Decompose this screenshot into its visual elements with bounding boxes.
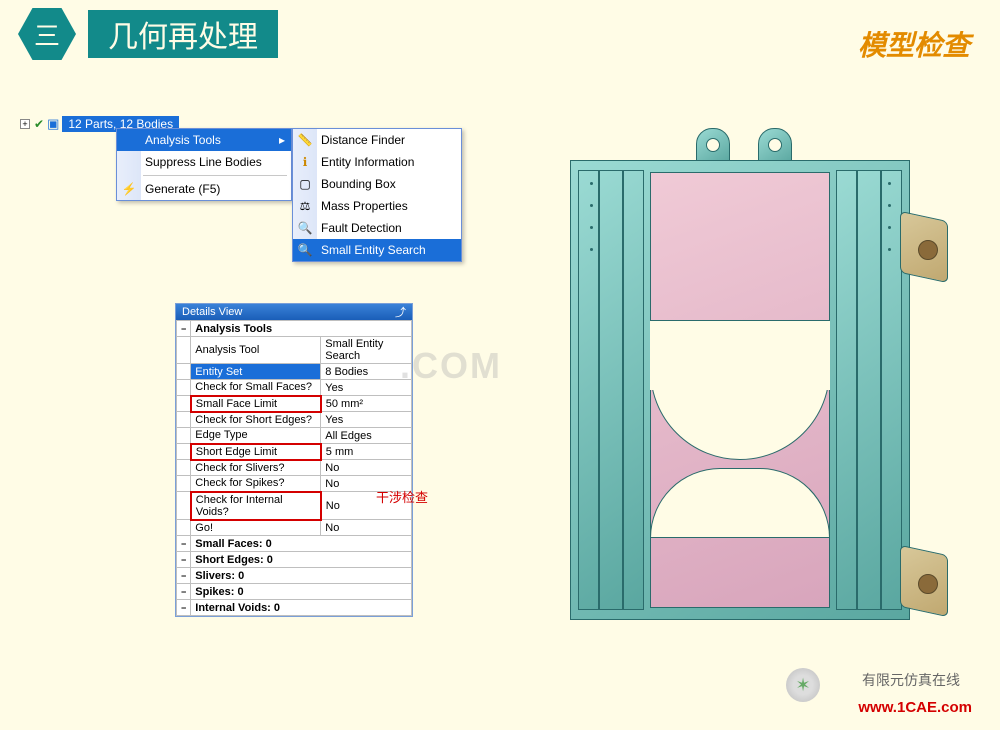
menu-item-small-entity-search[interactable]: 🔍 Small Entity Search [293, 239, 461, 261]
annotation-interference-check: 干涉检查 [376, 487, 428, 506]
collapse-icon[interactable]: − [177, 321, 191, 337]
menu-item-distance-finder[interactable]: 📏 Distance Finder [293, 129, 461, 151]
search-icon: 🔍 [297, 243, 313, 257]
slide-title: 几何再处理 [88, 10, 278, 58]
summary-internal-voids[interactable]: − Internal Voids: 0 [177, 600, 412, 616]
details-view-panel: Details View ⤴ − Analysis Tools Analysis… [175, 303, 413, 617]
footer-brand: 有限元仿真在线 [862, 670, 960, 690]
summary-slivers[interactable]: − Slivers: 0 [177, 568, 412, 584]
menu-item-entity-information[interactable]: ℹ Entity Information [293, 151, 461, 173]
wechat-icon: ✶ [786, 668, 820, 702]
pin-icon[interactable]: ⤴ [395, 304, 406, 320]
row-check-small-faces[interactable]: Check for Small Faces? Yes [177, 380, 412, 396]
menu-item-bounding-box[interactable]: ▢ Bounding Box [293, 173, 461, 195]
context-menu: Analysis Tools ▸ Suppress Line Bodies ⚡ … [116, 128, 292, 201]
lightning-icon: ⚡ [121, 182, 137, 196]
model-viewport[interactable] [530, 120, 950, 640]
slide-header: 三 几何再处理 模型检查 [0, 8, 1000, 60]
footer-url: www.1CAE.com [858, 699, 972, 716]
menu-item-fault-detection[interactable]: 🔍 Fault Detection [293, 217, 461, 239]
section-badge: 三 [18, 8, 76, 60]
summary-spikes[interactable]: − Spikes: 0 [177, 584, 412, 600]
magnifier-icon: 🔍 [297, 221, 313, 235]
check-icon: ✔ [34, 117, 44, 131]
summary-small-faces[interactable]: − Small Faces: 0 [177, 536, 412, 552]
row-short-edge-limit[interactable]: Short Edge Limit 5 mm [177, 444, 412, 460]
menu-item-mass-properties[interactable]: ⚖ Mass Properties [293, 195, 461, 217]
slide-subtitle: 模型检查 [858, 24, 970, 64]
menu-item-generate[interactable]: ⚡ Generate (F5) [117, 178, 291, 200]
menu-item-analysis-tools[interactable]: Analysis Tools ▸ [117, 129, 291, 151]
row-go[interactable]: Go! No [177, 520, 412, 536]
row-entity-set[interactable]: Entity Set 8 Bodies [177, 364, 412, 380]
analysis-tools-submenu: 📏 Distance Finder ℹ Entity Information ▢… [292, 128, 462, 262]
row-edge-type[interactable]: Edge Type All Edges [177, 428, 412, 444]
cube-icon: ▣ [47, 116, 59, 132]
details-view-header[interactable]: Details View ⤴ [176, 304, 412, 320]
ruler-icon: 📏 [297, 133, 313, 147]
box-icon: ▢ [297, 177, 313, 191]
submenu-arrow-icon: ▸ [279, 133, 285, 147]
menu-item-suppress-line-bodies[interactable]: Suppress Line Bodies [117, 151, 291, 173]
menu-separator [143, 175, 287, 176]
balance-icon: ⚖ [297, 199, 313, 213]
row-check-short-edges[interactable]: Check for Short Edges? Yes [177, 412, 412, 428]
info-icon: ℹ [297, 155, 313, 169]
expand-icon[interactable]: + [20, 119, 30, 129]
details-table: − Analysis Tools Analysis Tool Small Ent… [176, 320, 412, 616]
row-check-slivers[interactable]: Check for Slivers? No [177, 460, 412, 476]
section-analysis-tools[interactable]: − Analysis Tools [177, 321, 412, 337]
summary-short-edges[interactable]: − Short Edges: 0 [177, 552, 412, 568]
row-analysis-tool[interactable]: Analysis Tool Small Entity Search [177, 337, 412, 364]
watermark: .COM [400, 345, 502, 387]
row-small-face-limit[interactable]: Small Face Limit 50 mm² [177, 396, 412, 412]
